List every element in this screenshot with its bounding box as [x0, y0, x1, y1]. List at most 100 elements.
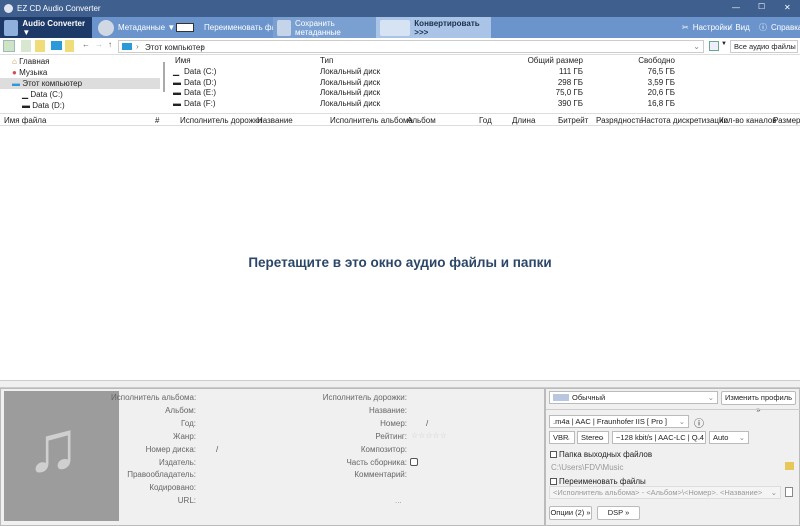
compilation-checkbox[interactable]: [410, 458, 418, 466]
add-files-icon[interactable]: [21, 40, 31, 52]
address-path: Этот компьютер: [145, 43, 205, 52]
file-drop-area[interactable]: Перетащите в это окно аудио файлы и папк…: [0, 127, 800, 380]
chevron-down-icon[interactable]: ▼: [721, 41, 727, 47]
col-bitrate[interactable]: Битрейт: [558, 114, 588, 127]
convert-icon: [380, 19, 411, 36]
edit-pattern-icon[interactable]: [785, 487, 793, 497]
drive-total: 390 ГБ: [557, 98, 583, 108]
chevron-down-icon[interactable]: ⌄: [693, 42, 700, 51]
browse-folder-icon[interactable]: [785, 462, 794, 470]
output-folder-label: Папка выходных файлов: [559, 450, 653, 459]
drive-type: Локальный диск: [320, 98, 381, 108]
convert-button[interactable]: Конвертировать >>>: [376, 17, 491, 38]
drive-row[interactable]: ▁ Data (C:) Локальный диск 111 ГБ 76,5 Г…: [165, 67, 800, 77]
meta-label: Исполнитель дорожки:: [322, 393, 407, 402]
add-folder-icon[interactable]: [35, 40, 45, 52]
computer-icon[interactable]: [51, 41, 62, 50]
col-album-artist[interactable]: Исполнитель альбома: [330, 114, 413, 127]
home-icon[interactable]: [3, 40, 15, 52]
more-ellipsis[interactable]: ...: [395, 496, 402, 505]
chevron-down-icon: ⌄: [564, 433, 571, 442]
help-icon: ⓘ: [759, 23, 767, 32]
file-filter-select[interactable]: Все аудио файлы ⌄: [730, 40, 798, 53]
metadata-button[interactable]: Метаданные ▼: [94, 17, 179, 38]
drive-icon: ▬: [173, 88, 181, 97]
change-profile-button[interactable]: Изменить профиль »: [721, 391, 796, 414]
samplerate-select[interactable]: Auto ⌄: [709, 431, 749, 444]
meta-label: Название:: [369, 405, 407, 415]
dsp-button[interactable]: DSP »: [597, 506, 640, 520]
rename-pattern-select[interactable]: <Исполнитель альбома> - <Альбом>\<Номер>…: [549, 486, 781, 499]
drive-row[interactable]: ▬ Data (D:) Локальный диск 298 ГБ 3,59 Г…: [165, 78, 800, 88]
brush-icon: ⁄: [730, 23, 732, 32]
up-icon[interactable]: ↑: [108, 40, 112, 49]
help-button[interactable]: ⓘ Справка: [755, 17, 800, 38]
profile-select[interactable]: Обычный ⌄: [549, 391, 718, 404]
album-art[interactable]: ♫: [4, 391, 119, 521]
channels-select[interactable]: Stereo ⌄: [577, 431, 609, 444]
col-number[interactable]: #: [155, 114, 159, 127]
save-metadata-icon: [277, 19, 292, 36]
drive-name: Data (C:): [184, 67, 217, 76]
col-free[interactable]: Свободно: [595, 55, 675, 67]
format-select[interactable]: .m4a | AAC | Fraunhofer IIS [ Pro ] ⌄: [549, 415, 689, 428]
audio-converter-button[interactable]: Audio Converter ▼: [0, 17, 92, 38]
tree-item-home[interactable]: ⌂ Главная: [0, 56, 160, 67]
options-button[interactable]: Опции (2) »: [549, 506, 592, 520]
view-button[interactable]: ⁄ Вид: [726, 17, 754, 38]
drive-row[interactable]: ▬ Data (E:) Локальный диск 75,0 ГБ 20,6 …: [165, 88, 800, 98]
minimize-button[interactable]: —: [732, 3, 740, 12]
drive-icon: ▬: [173, 77, 181, 87]
drive-list: Имя Тип Общий размер Свободно ▁ Data (C:…: [165, 55, 800, 112]
drive-total: 111 ГБ: [559, 67, 583, 76]
splitter[interactable]: [0, 380, 800, 388]
output-folder-path[interactable]: C:\Users\FDV\Music: [551, 463, 623, 472]
tree-item-drive-c[interactable]: ▁ Data (C:): [0, 89, 160, 100]
mode-select[interactable]: VBR ⌄: [549, 431, 575, 444]
chevron-down-icon: ⌄: [695, 433, 702, 442]
meta-label: Жанр:: [172, 431, 196, 441]
drive-name: Data (F:): [184, 98, 216, 108]
meta-label: Альбом:: [165, 405, 196, 415]
tree-item-music[interactable]: ● Музыка: [0, 67, 160, 78]
col-title[interactable]: Название: [257, 114, 293, 127]
col-samplerate[interactable]: Частота дискретизации: [641, 114, 728, 127]
rating-stars[interactable]: ☆☆☆☆☆: [411, 431, 447, 440]
meta-label: Кодировано:: [149, 483, 196, 493]
meta-label: URL:: [177, 496, 196, 506]
col-channels[interactable]: Кол-во каналов: [719, 114, 777, 127]
chevron-down-icon: ⌄: [738, 433, 745, 442]
meta-label: Номер диска:: [145, 444, 196, 454]
col-track-artist[interactable]: Исполнитель дорожки: [180, 114, 262, 127]
music-folder-icon[interactable]: [65, 40, 74, 52]
col-length[interactable]: Длина: [512, 114, 535, 127]
file-list-header: Имя файла # Исполнитель дорожки Название…: [0, 113, 800, 126]
quality-select[interactable]: ~128 kbit/s | AAC-LC | Q 4 ⌄: [612, 431, 706, 444]
output-folder-checkbox[interactable]: [550, 451, 557, 458]
col-type[interactable]: Тип: [320, 55, 333, 67]
col-total[interactable]: Общий размер: [465, 55, 583, 67]
col-album[interactable]: Альбом: [407, 114, 436, 127]
close-button[interactable]: ✕: [784, 3, 791, 12]
col-name[interactable]: Имя: [175, 55, 191, 67]
meta-label: Рейтинг:: [375, 431, 407, 441]
back-icon[interactable]: ←: [82, 40, 90, 49]
maximize-button[interactable]: ☐: [758, 2, 765, 11]
rename-files-checkbox[interactable]: [550, 478, 557, 485]
save-metadata-button[interactable]: Сохранить метаданные: [273, 17, 376, 38]
tree-item-this-pc[interactable]: ▬ Этот компьютер: [0, 78, 160, 89]
meta-label: Исполнитель альбома:: [111, 393, 197, 402]
info-icon[interactable]: ⓘ: [694, 415, 704, 430]
col-year[interactable]: Год: [479, 114, 492, 127]
tree-item-drive-d[interactable]: ▬ Data (D:): [0, 100, 160, 111]
home-icon: ⌂: [12, 57, 20, 66]
address-input[interactable]: › Этот компьютер › ⌄: [118, 40, 704, 53]
col-size[interactable]: Размер: [773, 114, 800, 127]
forward-icon[interactable]: →: [95, 40, 103, 49]
view-mode-icon[interactable]: [709, 41, 719, 51]
col-bitdepth[interactable]: Разрядность: [596, 114, 643, 127]
col-filename[interactable]: Имя файла: [4, 114, 46, 127]
drive-row[interactable]: ▬ Data (F:) Локальный диск 390 ГБ 16,8 Г…: [165, 99, 800, 109]
drive-icon: ▬: [173, 98, 181, 108]
music-icon: ●: [12, 68, 20, 77]
